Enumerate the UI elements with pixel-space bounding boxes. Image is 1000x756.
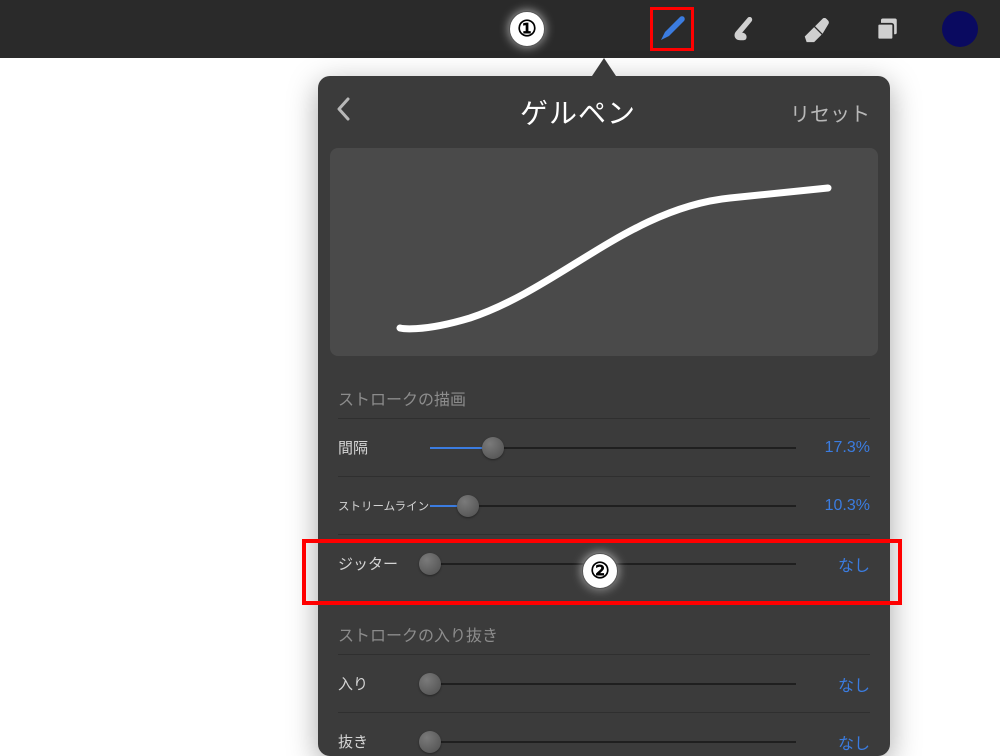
slider-thumb[interactable] <box>419 553 441 575</box>
back-button[interactable] <box>336 97 366 128</box>
annotation-1: ① <box>509 11 545 47</box>
chevron-left-icon <box>336 97 350 121</box>
slider-value-spacing: 17.3% <box>806 439 870 457</box>
slider-label-spacing: 間隔 <box>338 437 426 458</box>
slider-track[interactable] <box>430 505 796 507</box>
color-picker[interactable] <box>938 7 982 51</box>
slider-taper-start[interactable]: 入り なし <box>338 654 870 712</box>
stroke-preview-curve <box>330 148 878 356</box>
brush-tool[interactable] <box>650 7 694 51</box>
annotation-2: ② <box>582 553 618 589</box>
slider-label-taper-start: 入り <box>338 673 426 694</box>
slider-label-streamline: ストリームライン <box>338 498 426 514</box>
slider-label-jitter: ジッター <box>338 553 426 574</box>
slider-value-taper-start: なし <box>806 672 870 696</box>
slider-value-taper-end: なし <box>806 730 870 754</box>
stroke-preview <box>330 148 878 356</box>
slider-track[interactable] <box>430 741 796 743</box>
slider-value-streamline: 10.3% <box>806 497 870 515</box>
slider-thumb[interactable] <box>482 437 504 459</box>
stroke-taper-sliders: 入り なし 抜き なし <box>318 654 890 756</box>
section-stroke-taper: ストロークの入り抜き <box>318 592 890 654</box>
color-swatch-icon <box>942 11 978 47</box>
panel-arrow <box>592 58 616 76</box>
brush-icon <box>656 13 688 45</box>
layers-tool[interactable] <box>866 7 910 51</box>
slider-value-jitter: なし <box>806 552 870 576</box>
smudge-tool[interactable] <box>722 7 766 51</box>
slider-streamline[interactable]: ストリームライン 10.3% <box>338 476 870 534</box>
slider-spacing[interactable]: 間隔 17.3% <box>338 418 870 476</box>
slider-thumb[interactable] <box>419 673 441 695</box>
slider-thumb[interactable] <box>419 731 441 753</box>
slider-taper-end[interactable]: 抜き なし <box>338 712 870 756</box>
slider-track[interactable] <box>430 447 796 449</box>
smudge-icon <box>729 14 759 44</box>
reset-button[interactable]: リセット <box>790 98 870 127</box>
layers-icon <box>874 15 902 43</box>
panel-title: ゲルペン <box>520 92 636 132</box>
brush-settings-panel: ゲルペン リセット ストロークの描画 間隔 17.3% ストリームライン 10.… <box>318 76 890 756</box>
eraser-icon <box>801 14 831 44</box>
panel-header: ゲルペン リセット <box>318 76 890 142</box>
slider-track[interactable] <box>430 683 796 685</box>
top-toolbar <box>0 0 1000 58</box>
eraser-tool[interactable] <box>794 7 838 51</box>
section-stroke-draw: ストロークの描画 <box>318 356 890 418</box>
slider-thumb[interactable] <box>457 495 479 517</box>
